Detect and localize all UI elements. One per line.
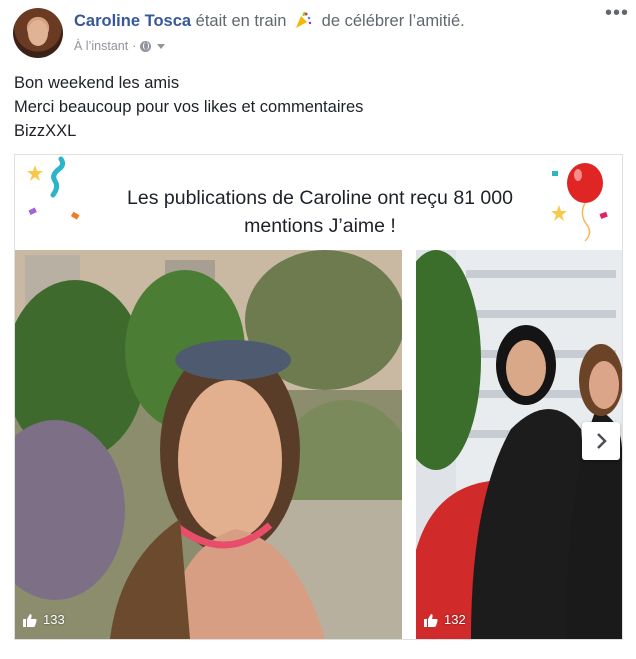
photo-2-likes: 132: [424, 612, 466, 627]
card-header: Les publications de Caroline ont reçu 81…: [15, 155, 622, 249]
post-text-line: Merci beaucoup pour vos likes et comment…: [14, 98, 364, 116]
like-thumb-icon: [424, 613, 438, 627]
photo-1-like-count: 133: [43, 612, 65, 627]
action-suffix: de célébrer l’amitié.: [321, 12, 465, 30]
party-popper-icon: [296, 11, 312, 28]
author-line: Caroline Tosca était en train de célébre…: [74, 11, 465, 31]
photo-1[interactable]: 133: [15, 250, 402, 639]
post-text: Bon weekend les amis Merci beaucoup pour…: [14, 71, 363, 143]
post-header: Caroline Tosca était en train de célébre…: [13, 3, 628, 60]
post-meta: À l’instant ·: [74, 39, 166, 53]
next-photo-button[interactable]: [582, 422, 620, 460]
photo-2-like-count: 132: [444, 612, 466, 627]
post-text-line: BizzXXL: [14, 122, 77, 140]
photo-1-image: [15, 250, 402, 639]
card-title-line: Les publications de Caroline ont reçu 81…: [127, 187, 513, 209]
more-options-icon[interactable]: •••: [605, 3, 628, 23]
celebration-card: Les publications de Caroline ont reçu 81…: [14, 154, 623, 640]
action-prefix: était en train: [195, 12, 287, 30]
author-name[interactable]: Caroline Tosca: [74, 12, 191, 30]
globe-icon[interactable]: [140, 40, 152, 52]
caret-down-icon[interactable]: [157, 43, 166, 49]
card-title: Les publications de Caroline ont reçu 81…: [110, 184, 530, 240]
like-thumb-icon: [23, 613, 37, 627]
timestamp[interactable]: À l’instant: [74, 39, 128, 53]
avatar[interactable]: [13, 8, 63, 58]
photo-1-likes: 133: [23, 612, 65, 627]
chevron-right-icon: [597, 433, 607, 449]
photo-2[interactable]: 132: [416, 250, 622, 639]
card-title-line: mentions J’aime !: [244, 215, 396, 237]
post-text-line: Bon weekend les amis: [14, 74, 180, 92]
